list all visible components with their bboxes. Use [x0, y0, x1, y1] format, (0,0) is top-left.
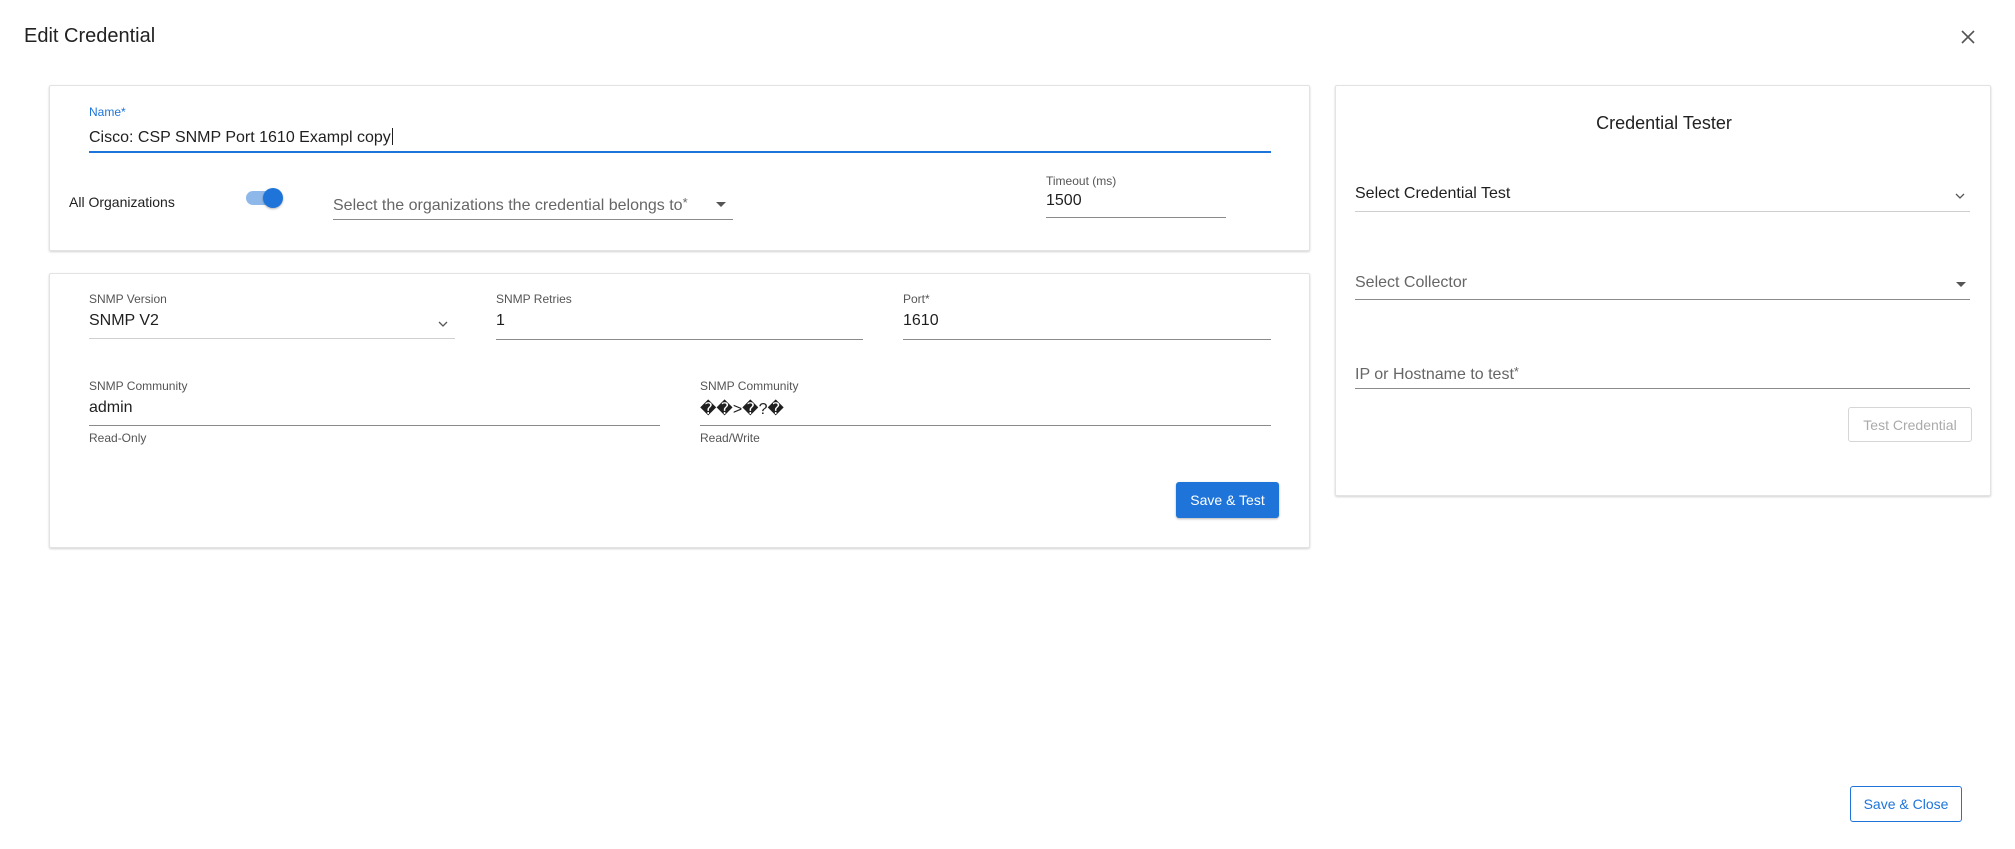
- snmp-retries-input[interactable]: 1: [496, 312, 505, 330]
- modal-title: Edit Credential: [24, 25, 156, 47]
- timeout-underline: [1046, 217, 1226, 218]
- save-and-close-button[interactable]: Save & Close: [1850, 786, 1962, 822]
- collector-select[interactable]: Select Collector: [1355, 274, 1467, 292]
- snmp-retries-underline: [496, 339, 863, 340]
- port-label: Port*: [903, 292, 930, 306]
- snmp-community-ro-helper: Read-Only: [89, 431, 147, 445]
- snmp-retries-label: SNMP Retries: [496, 292, 572, 306]
- snmp-community-ro-underline: [89, 425, 660, 426]
- close-icon: [1961, 30, 1975, 44]
- snmp-community-rw-helper: Read/Write: [700, 431, 760, 445]
- credential-tester-card: Credential Tester Select Credential Test…: [1335, 85, 1991, 496]
- organizations-select[interactable]: Select the organizations the credential …: [333, 195, 688, 215]
- caret-down-icon[interactable]: [716, 202, 726, 207]
- credential-test-select[interactable]: Select Credential Test: [1355, 185, 1510, 203]
- snmp-community-ro-input[interactable]: admin: [89, 399, 133, 417]
- test-credential-button[interactable]: Test Credential: [1848, 407, 1972, 442]
- chevron-down-icon[interactable]: [1953, 191, 1967, 201]
- snmp-community-rw-input[interactable]: ��>�?�: [700, 399, 784, 419]
- collector-underline: [1355, 299, 1970, 300]
- snmp-version-label: SNMP Version: [89, 292, 167, 306]
- snmp-community-rw-label: SNMP Community: [700, 379, 799, 393]
- general-settings-card: Name* Cisco: CSP SNMP Port 1610 Exampl c…: [49, 85, 1310, 251]
- port-underline: [903, 339, 1271, 340]
- name-input[interactable]: Cisco: CSP SNMP Port 1610 Exampl copy: [89, 128, 393, 147]
- save-and-test-button[interactable]: Save & Test: [1176, 482, 1279, 518]
- timeout-label: Timeout (ms): [1046, 174, 1117, 188]
- name-label: Name*: [89, 105, 126, 119]
- snmp-version-underline: [89, 338, 455, 339]
- snmp-settings-card: SNMP Version SNMP V2 SNMP Retries 1 Port…: [49, 273, 1310, 548]
- credential-tester-title: Credential Tester: [1596, 113, 1732, 133]
- toggle-thumb: [263, 188, 283, 208]
- snmp-community-rw-underline: [700, 425, 1271, 426]
- edit-credential-modal: Edit Credential Name* Cisco: CSP SNMP Po…: [0, 0, 2015, 849]
- all-organizations-label: All Organizations: [69, 194, 175, 210]
- host-input[interactable]: IP or Hostname to test*: [1355, 364, 1519, 384]
- snmp-version-select[interactable]: SNMP V2: [89, 312, 159, 330]
- all-organizations-toggle[interactable]: [246, 187, 286, 209]
- organizations-underline: [333, 219, 733, 220]
- close-button[interactable]: [1955, 24, 1981, 50]
- caret-down-icon[interactable]: [1956, 282, 1966, 287]
- timeout-input[interactable]: 1500: [1046, 192, 1082, 210]
- credential-test-underline: [1355, 211, 1970, 212]
- host-underline: [1355, 388, 1970, 389]
- name-underline: [89, 151, 1271, 153]
- text-cursor: [391, 128, 393, 145]
- chevron-down-icon[interactable]: [436, 319, 450, 329]
- snmp-community-ro-label: SNMP Community: [89, 379, 188, 393]
- port-input[interactable]: 1610: [903, 312, 939, 330]
